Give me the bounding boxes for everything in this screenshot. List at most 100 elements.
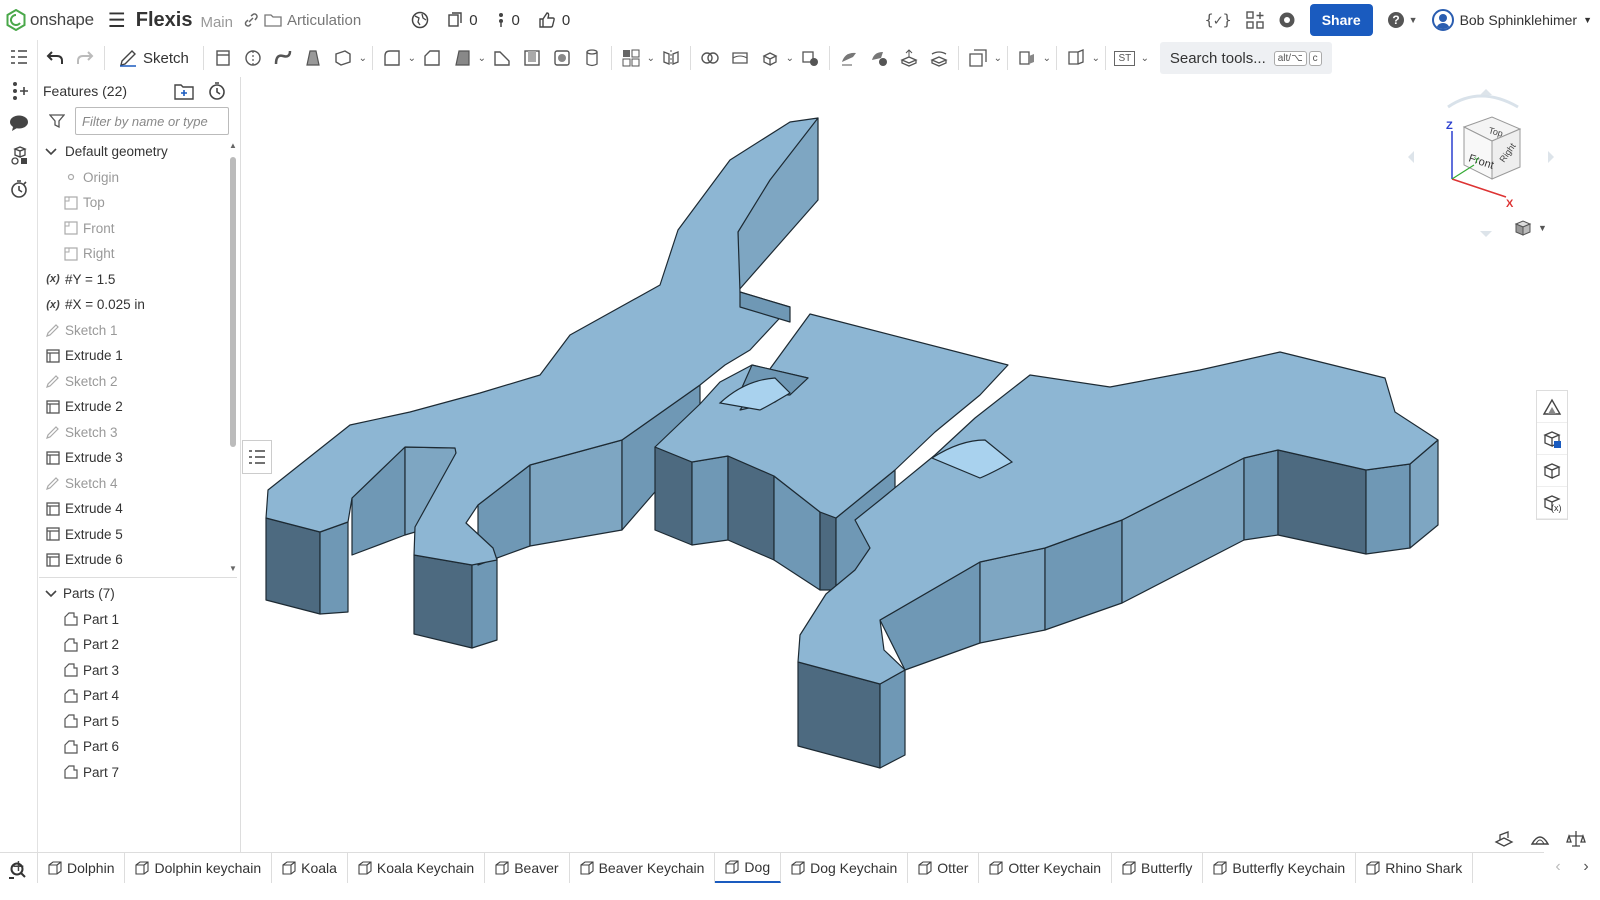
chevron-left-icon[interactable]: ‹ <box>1555 858 1560 876</box>
feature-item[interactable]: Extrude 5 <box>39 522 227 548</box>
likes-counter[interactable]: 0 <box>538 11 570 29</box>
help-menu[interactable]: ? ▼ <box>1387 11 1418 29</box>
tab-manager-icon[interactable] <box>6 860 32 880</box>
tab-butterfly[interactable]: Butterfly <box>1112 852 1204 883</box>
sheet-metal-icon[interactable] <box>1012 43 1042 73</box>
replace-face-icon[interactable] <box>924 43 954 73</box>
appearance-panel-icon[interactable] <box>1537 391 1567 423</box>
variables-table-icon[interactable]: (x) <box>1537 487 1567 519</box>
parts-header[interactable]: Parts (7) <box>39 581 239 607</box>
draft-icon[interactable] <box>447 43 477 73</box>
share-button[interactable]: Share <box>1309 4 1373 36</box>
chevron-right-icon[interactable]: › <box>1583 858 1588 876</box>
chevron-down-icon[interactable]: ⌄ <box>1140 53 1150 64</box>
shell-icon[interactable] <box>517 43 547 73</box>
feature-item[interactable]: Sketch 3 <box>39 420 227 446</box>
loft-icon[interactable] <box>298 43 328 73</box>
view-options-menu[interactable]: ▼ <box>1514 219 1547 237</box>
tree-group-default-geometry[interactable]: Default geometry <box>39 139 227 165</box>
tab-beaver[interactable]: Beaver <box>485 852 570 883</box>
part-item[interactable]: Part 3 <box>39 658 239 684</box>
tab-dog[interactable]: Dog <box>715 852 782 883</box>
part-item[interactable]: Part 2 <box>39 632 239 658</box>
user-menu[interactable]: Bob Sphinklehimer ▼ <box>1431 9 1592 31</box>
feature-list-icon[interactable] <box>0 40 38 73</box>
parts-appearance-icon[interactable] <box>0 139 38 172</box>
part-item[interactable]: Part 1 <box>39 607 239 633</box>
measure-icon[interactable] <box>1566 830 1586 848</box>
part-item[interactable]: Part 4 <box>39 683 239 709</box>
tab-otter-keychain[interactable]: Otter Keychain <box>979 852 1113 883</box>
rib-icon[interactable] <box>487 43 517 73</box>
frame-icon[interactable] <box>1061 43 1091 73</box>
feature-item[interactable]: Front <box>39 216 227 242</box>
sketch-button[interactable]: Sketch <box>109 49 199 67</box>
search-tools-field[interactable]: Search tools... alt/⌥ c <box>1159 42 1332 74</box>
graphics-viewport[interactable]: .t { fill: #8db6d3; stroke: #1d2a33; str… <box>242 77 1600 852</box>
thicken-icon[interactable] <box>328 43 358 73</box>
branches-counter[interactable]: 0 <box>496 12 520 29</box>
rollback-timer-icon[interactable] <box>208 82 226 100</box>
feature-item[interactable]: Extrude 4 <box>39 496 227 522</box>
learning-center-icon[interactable] <box>1278 11 1296 29</box>
feature-item[interactable]: Sketch 5 <box>39 573 227 576</box>
revolve-icon[interactable] <box>238 43 268 73</box>
feature-item[interactable]: Sketch 2 <box>39 369 227 395</box>
chevron-down-icon[interactable]: ⌄ <box>1042 53 1052 64</box>
app-store-icon[interactable] <box>1246 11 1264 29</box>
section-view-icon[interactable] <box>1494 830 1514 848</box>
part-item[interactable]: Part 6 <box>39 734 239 760</box>
feature-item[interactable]: (x) #X = 0.025 in <box>39 292 227 318</box>
delete-part-icon[interactable] <box>795 43 825 73</box>
feature-item[interactable]: Origin <box>39 165 227 191</box>
chevron-down-icon[interactable]: ⌄ <box>477 53 487 64</box>
mirror-icon[interactable] <box>656 43 686 73</box>
tab-beaver-keychain[interactable]: Beaver Keychain <box>570 852 716 883</box>
tab-dolphin[interactable]: Dolphin <box>38 852 126 883</box>
document-name[interactable]: Flexis <box>136 9 193 32</box>
onshape-logo[interactable]: onshape <box>6 9 94 31</box>
plane-icon[interactable] <box>963 43 993 73</box>
sweep-icon[interactable] <box>268 43 298 73</box>
tab-koala-keychain[interactable]: Koala Keychain <box>348 852 486 883</box>
move-face-icon[interactable] <box>894 43 924 73</box>
standard-content-icon[interactable]: ST <box>1110 43 1140 73</box>
chevron-down-icon[interactable]: ⌄ <box>993 53 1003 64</box>
redo-icon[interactable] <box>70 43 100 73</box>
scrollbar-thumb[interactable] <box>230 157 236 447</box>
render-mode-icon[interactable] <box>1530 830 1550 848</box>
model-view[interactable]: .t { fill: #8db6d3; stroke: #1d2a33; str… <box>242 77 1600 852</box>
feature-item[interactable]: Extrude 3 <box>39 445 227 471</box>
feature-item[interactable]: (x) #Y = 1.5 <box>39 267 227 293</box>
tab-butterfly-keychain[interactable]: Butterfly Keychain <box>1203 852 1357 883</box>
tab-dolphin-keychain[interactable]: Dolphin keychain <box>125 852 273 883</box>
tab-dog-keychain[interactable]: Dog Keychain <box>781 852 909 883</box>
feature-item[interactable]: Top <box>39 190 227 216</box>
menu-icon[interactable]: ☰ <box>108 8 126 33</box>
insert-icon[interactable] <box>0 73 38 106</box>
configurations-icon[interactable] <box>1537 423 1567 455</box>
linear-pattern-icon[interactable] <box>616 43 646 73</box>
hole-icon[interactable] <box>547 43 577 73</box>
feature-scrollbar[interactable]: ▲ ▼ <box>227 139 239 575</box>
split-icon[interactable] <box>725 43 755 73</box>
feature-filter-input[interactable] <box>75 107 229 135</box>
tab-koala[interactable]: Koala <box>272 852 348 883</box>
branch-name[interactable]: Main <box>200 14 233 31</box>
folder-breadcrumb[interactable]: Articulation <box>243 12 361 29</box>
chevron-down-icon[interactable]: ⌄ <box>358 53 368 64</box>
chevron-down-icon[interactable]: ⌄ <box>785 53 795 64</box>
undo-icon[interactable] <box>40 43 70 73</box>
add-folder-icon[interactable] <box>174 82 194 100</box>
scroll-up-icon[interactable]: ▲ <box>227 141 239 150</box>
feature-item[interactable]: Extrude 2 <box>39 394 227 420</box>
fillet-icon[interactable] <box>377 43 407 73</box>
filter-icon[interactable] <box>39 113 75 129</box>
feature-item[interactable]: Sketch 4 <box>39 471 227 497</box>
feature-item[interactable]: Extrude 1 <box>39 343 227 369</box>
feature-item[interactable]: Right <box>39 241 227 267</box>
delete-face-icon[interactable] <box>864 43 894 73</box>
part-item[interactable]: Part 7 <box>39 760 239 786</box>
view-cube[interactable]: Top Front Right Z X Y <box>1408 87 1558 237</box>
part-item[interactable]: Part 5 <box>39 709 239 735</box>
